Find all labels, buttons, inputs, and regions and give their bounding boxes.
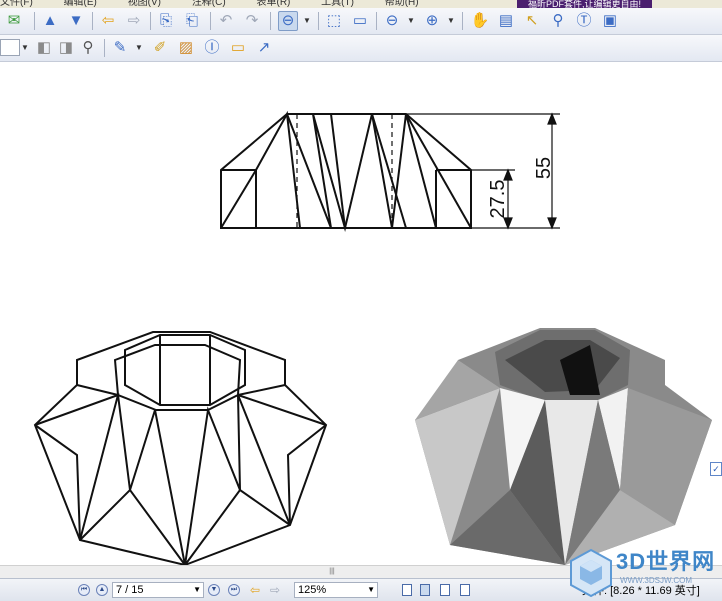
continuous-view-icon[interactable]	[420, 584, 430, 596]
search-icon[interactable]: ⚲	[78, 38, 98, 58]
previous-page-icon[interactable]: ▲	[96, 584, 108, 596]
page-number-field[interactable]: 7 / 15 ▼	[112, 582, 204, 598]
menu-tools[interactable]: 工具(T)	[321, 0, 354, 8]
forward-icon[interactable]: ⇨	[270, 582, 280, 598]
page-field-dropdown-icon[interactable]: ▼	[20, 38, 30, 58]
zoom-out-tool-icon[interactable]: ⊖	[278, 11, 298, 31]
zoom-minus-icon[interactable]: ⊖	[382, 11, 402, 31]
fit-page-icon[interactable]: ⬚	[324, 11, 344, 31]
dim-total-label: 55	[533, 157, 555, 179]
forward-icon[interactable]: ⇨	[124, 11, 144, 31]
facing-view-icon[interactable]	[440, 584, 450, 596]
toolbar-separator	[318, 12, 319, 30]
arrow-icon[interactable]: ↗	[254, 38, 274, 58]
site-watermark: 3D世界网 WWW.3DSJW.COM	[568, 546, 720, 600]
next-page-icon[interactable]: ▼	[208, 584, 220, 596]
page-down-icon[interactable]: ▼	[66, 11, 86, 31]
zoom-text: 125%	[298, 584, 327, 596]
hand-tool-icon[interactable]: ✋	[470, 11, 490, 31]
menu-form[interactable]: 表单(R)	[256, 0, 290, 8]
zoom-dropdown-icon[interactable]: ▼	[367, 583, 375, 597]
insert-page-icon[interactable]: ⎗	[182, 11, 202, 31]
watermark-title: 3D世界网	[616, 549, 716, 574]
toolbar-separator	[104, 39, 105, 57]
technical-drawing: 55 27.5	[33, 110, 712, 567]
side-panel-toggle-icon[interactable]: ✓	[710, 462, 722, 476]
toolbar-separator	[150, 12, 151, 30]
comment-icon[interactable]: ▭	[228, 38, 248, 58]
zoom-plus-icon[interactable]: ⊕	[422, 11, 442, 31]
toolbar-separator	[270, 12, 271, 30]
pen-icon[interactable]: ✐	[150, 38, 170, 58]
main-toolbar: ✉ ▲ ▼ ⇦ ⇨ ⎘ ⎗ ↶ ↷ ⊖ ▼ ⬚ ▭ ⊖ ▼ ⊕ ▼ ✋ ▤ ↖ …	[0, 8, 722, 35]
note-dropdown-icon[interactable]: ▼	[134, 38, 144, 58]
typewriter-icon[interactable]: Ⓣ	[574, 11, 594, 31]
elevation-view	[220, 110, 472, 232]
menu-edit[interactable]: 编辑(E)	[64, 0, 97, 8]
redo-icon[interactable]: ↷	[242, 11, 262, 31]
isometric-shaded-render	[415, 328, 712, 565]
textbox-icon[interactable]: Ⓘ	[202, 38, 222, 58]
toolbar-separator	[462, 12, 463, 30]
menu-view[interactable]: 视图(V)	[128, 0, 161, 8]
toolbar-separator	[210, 12, 211, 30]
continuous-facing-view-icon[interactable]	[460, 584, 470, 596]
dim-half-label: 27.5	[487, 180, 509, 219]
note-icon[interactable]: ✎	[110, 38, 130, 58]
email-icon[interactable]: ✉	[4, 11, 24, 31]
audio-icon[interactable]: ◧	[34, 38, 54, 58]
watermark-url: WWW.3DSJW.COM	[620, 576, 692, 585]
text-select-icon[interactable]: ▤	[496, 11, 516, 31]
toolbar-separator	[34, 12, 35, 30]
single-page-view-icon[interactable]	[402, 584, 412, 596]
zoom-field[interactable]: 125% ▼	[294, 582, 378, 598]
secondary-toolbar: ▼ ◧ ◨ ⚲ ✎ ▼ ✐ ▨ Ⓘ ▭ ↗	[0, 35, 722, 62]
back-icon[interactable]: ⇦	[250, 582, 260, 598]
select-tool-icon[interactable]: ↖	[522, 11, 542, 31]
video-icon[interactable]: ◨	[56, 38, 76, 58]
fit-width-icon[interactable]: ▭	[350, 11, 370, 31]
find-icon[interactable]: ⚲	[548, 11, 568, 31]
page-up-icon[interactable]: ▲	[40, 11, 60, 31]
zoom-minus-dropdown-icon[interactable]: ▼	[406, 11, 416, 31]
isometric-line-drawing	[33, 331, 328, 567]
zoom-plus-dropdown-icon[interactable]: ▼	[446, 11, 456, 31]
page-field[interactable]	[0, 39, 20, 56]
toolbar-separator	[92, 12, 93, 30]
toolbar-separator	[376, 12, 377, 30]
first-page-icon[interactable]: ⏮	[78, 584, 90, 596]
page-number-text: 7 / 15	[116, 584, 144, 596]
back-icon[interactable]: ⇦	[98, 11, 118, 31]
document-canvas[interactable]: 55 27.5	[0, 62, 722, 577]
undo-icon[interactable]: ↶	[216, 11, 236, 31]
snapshot-icon[interactable]: ▣	[600, 11, 620, 31]
page-dropdown-icon[interactable]: ▼	[193, 583, 201, 597]
menu-help[interactable]: 帮助(H)	[385, 0, 419, 8]
zoom-dropdown-icon[interactable]: ▼	[302, 11, 312, 31]
menu-comment[interactable]: 注释(C)	[192, 0, 226, 8]
extract-page-icon[interactable]: ⎘	[156, 11, 176, 31]
promo-banner[interactable]: 福昕PDF套件,让编辑更自由!	[517, 0, 652, 8]
scrollbar-grip-icon[interactable]: |||	[322, 568, 342, 575]
menu-file[interactable]: 文件(F)	[0, 0, 33, 8]
watermark-logo-icon	[570, 548, 612, 598]
highlight-icon[interactable]: ▨	[176, 38, 196, 58]
last-page-icon[interactable]: ⏭	[228, 584, 240, 596]
